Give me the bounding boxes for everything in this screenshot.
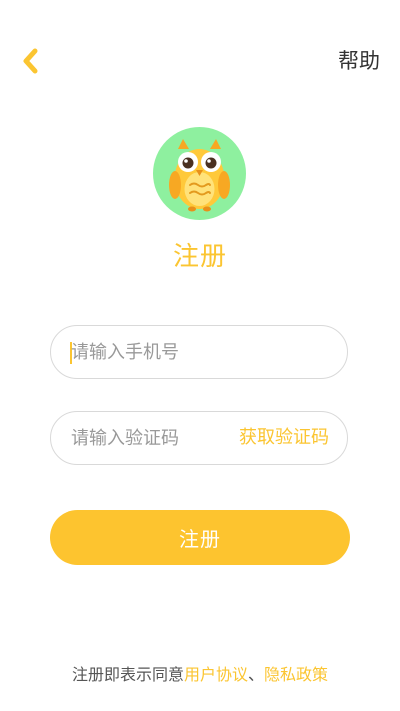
top-bar: 帮助 — [0, 0, 400, 124]
get-code-button[interactable]: 获取验证码 — [239, 412, 329, 464]
privacy-policy-link[interactable]: 隐私政策 — [264, 665, 328, 684]
agreement-text: 注册即表示同意用户协议、隐私政策 — [0, 662, 400, 688]
register-button[interactable]: 注册 — [50, 510, 350, 565]
verification-code-input[interactable] — [71, 412, 221, 464]
back-button[interactable] — [14, 44, 48, 78]
verification-code-field[interactable]: 获取验证码 — [50, 411, 348, 465]
owl-logo — [153, 127, 246, 220]
help-link[interactable]: 帮助 — [338, 46, 380, 76]
agreement-separator: 、 — [248, 665, 265, 684]
chevron-left-icon — [23, 48, 38, 74]
user-agreement-link[interactable]: 用户协议 — [184, 665, 248, 684]
phone-input[interactable] — [71, 326, 331, 378]
page-title: 注册 — [172, 242, 227, 272]
phone-field[interactable] — [50, 325, 348, 379]
owl-icon — [153, 127, 246, 220]
agreement-prefix: 注册即表示同意 — [71, 665, 184, 684]
